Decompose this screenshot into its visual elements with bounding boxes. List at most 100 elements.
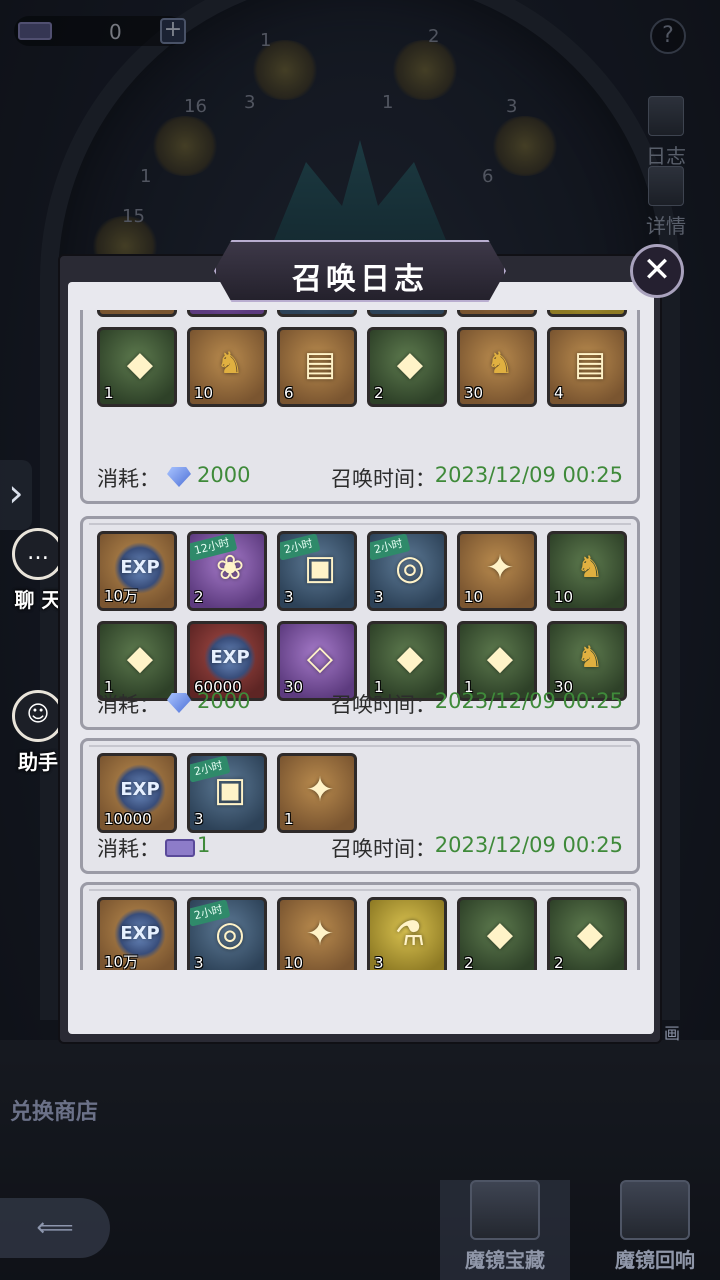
diamond-icon — [167, 467, 191, 487]
reward-item[interactable]: ✦ 1 — [277, 753, 357, 833]
reward-item[interactable]: ◆ 2 — [457, 897, 537, 970]
reward-item[interactable]: ❀1 — [187, 310, 267, 317]
exp-icon: EXP — [114, 764, 166, 816]
treasure-icon: ◆ — [126, 638, 154, 678]
reward-item[interactable]: ◆ 2 — [547, 897, 627, 970]
item-count: 2 — [194, 588, 204, 606]
wolf-icon: ♞ — [576, 640, 604, 675]
item-count: 2 — [554, 954, 564, 970]
item-count: 6 — [284, 384, 294, 402]
reward-item[interactable]: ◆ 2 — [367, 327, 447, 407]
summon-record: EXP10万❀1◎3◎3✦10⚗3◆1♞10▤6◆2♞30▤4消耗：2000召唤… — [80, 310, 640, 504]
item-count: 2 — [464, 954, 474, 970]
cost-label: 消耗： — [97, 467, 160, 491]
item-count: 3 — [284, 588, 294, 606]
star-icon: ✦ — [305, 770, 335, 810]
reward-item[interactable]: EXP 10000 — [97, 753, 177, 833]
expand-side-menu-button[interactable]: › — [0, 460, 32, 530]
summon-record: EXP 10万 ❀ 12小时 2 ▣ 2小时 3 ◎ 2小时 3 ✦ 10 ♞ 10 ◆ 1 EXP 60000 ◇ 3… — [80, 516, 640, 730]
wolf-icon: ♞ — [216, 346, 244, 381]
reward-item[interactable]: ♞ 30 — [457, 327, 537, 407]
item-count: 10万 — [104, 953, 139, 970]
item-count: 2 — [374, 384, 384, 402]
record-footer: 消耗： 2000 召唤时间： 2023/12/09 00:25 — [97, 689, 623, 719]
exchange-shop-button[interactable]: 兑换商店 — [10, 1094, 98, 1126]
reward-item[interactable]: ❀ 12小时 2 — [187, 531, 267, 611]
back-button[interactable]: ⟸ — [0, 1198, 110, 1258]
reward-item[interactable]: ◆ 1 — [97, 327, 177, 407]
reward-item[interactable]: ▤ 6 — [277, 327, 357, 407]
summon-time-label: 召唤时间： — [331, 837, 436, 861]
modal-title: 召唤日志 — [292, 262, 428, 297]
tab-mirror-echo[interactable]: 魔镜回响 — [590, 1180, 720, 1280]
potion-icon: ⚗ — [394, 914, 426, 954]
item-count: 4 — [554, 384, 564, 402]
summon-time-label: 召唤时间： — [331, 693, 436, 717]
summon-time-label: 召唤时间： — [331, 467, 436, 491]
item-count: 3 — [194, 810, 204, 828]
exp-icon: EXP — [204, 632, 256, 684]
item-count: 10000 — [104, 810, 152, 828]
ticket-icon — [165, 839, 195, 857]
treasure-icon: ◆ — [486, 638, 514, 678]
treasure-icon: ◆ — [126, 344, 154, 384]
reward-item[interactable]: ▤ 4 — [547, 327, 627, 407]
summon-time-value: 2023/12/09 00:25 — [434, 689, 623, 713]
calendar-icon — [470, 1180, 540, 1240]
cost-value: 1 — [197, 833, 211, 857]
cost-value: 2000 — [197, 463, 251, 487]
cost-value: 2000 — [197, 689, 251, 713]
item-count: 10 — [554, 588, 574, 606]
wolf-icon: ♞ — [576, 550, 604, 585]
reward-item[interactable]: ◎3 — [367, 310, 447, 317]
reward-item[interactable]: ▣ 2小时 3 — [277, 531, 357, 611]
reward-item[interactable]: ◎ 2小时 3 — [367, 531, 447, 611]
reward-item[interactable]: ♞ 10 — [547, 531, 627, 611]
book-icon: ▤ — [573, 344, 607, 384]
summon-record: EXP 10000 ▣ 2小时 3 ✦ 1 消耗： 1 召唤时间： 2023/12/09 00:25 — [80, 738, 640, 874]
treasure-icon: ◆ — [486, 914, 514, 954]
book-icon: ▤ — [303, 344, 337, 384]
assistant-avatar-icon: ☺ — [12, 690, 64, 742]
item-count: 3 — [284, 310, 294, 312]
reward-item[interactable]: ◎3 — [277, 310, 357, 317]
reward-item[interactable]: ◎ 2小时 3 — [187, 897, 267, 970]
gold-cube-icon: ◇ — [306, 638, 334, 678]
chat-bubble-icon: … — [12, 528, 64, 580]
item-count: 1 — [104, 384, 114, 402]
cost-label: 消耗： — [97, 837, 160, 861]
tab-mirror-treasure[interactable]: 魔镜宝藏 — [440, 1180, 570, 1280]
gift-icon — [620, 1180, 690, 1240]
reward-item[interactable]: ⚗3 — [547, 310, 627, 317]
record-footer: 消耗： 1 召唤时间： 2023/12/09 00:25 — [97, 833, 623, 863]
close-button[interactable]: ✕ — [630, 244, 684, 298]
reward-item[interactable]: ✦10 — [277, 897, 357, 970]
star-icon: ✦ — [485, 548, 515, 588]
side-text: 画 — [664, 1024, 681, 1043]
item-count: 10 — [194, 384, 214, 402]
reward-item[interactable]: ✦10 — [457, 310, 537, 317]
item-count: 3 — [554, 310, 564, 312]
summon-log-list[interactable]: EXP10万❀1◎3◎3✦10⚗3◆1♞10▤6◆2♞30▤4消耗：2000召唤… — [80, 310, 640, 970]
item-count: 3 — [374, 954, 384, 970]
item-count: 3 — [374, 588, 384, 606]
reward-item[interactable]: ♞ 10 — [187, 327, 267, 407]
reward-item[interactable]: ⚗3 — [367, 897, 447, 970]
item-count: 3 — [374, 310, 384, 312]
cost-label: 消耗： — [97, 693, 160, 717]
item-count: 10万 — [104, 310, 138, 312]
tab-mirror-echo-label: 魔镜回响 — [615, 1248, 695, 1272]
treasure-icon: ◆ — [576, 914, 604, 954]
item-count: 10 — [284, 954, 304, 970]
reward-item[interactable]: EXP10万 — [97, 897, 177, 970]
diamond-icon — [167, 693, 191, 713]
reward-item[interactable]: EXP10万 — [97, 531, 177, 611]
reward-item[interactable]: ▣ 2小时 3 — [187, 753, 267, 833]
tab-mirror-treasure-label: 魔镜宝藏 — [465, 1248, 545, 1272]
star-icon: ✦ — [305, 914, 335, 954]
item-count: 10万 — [104, 587, 139, 605]
reward-item[interactable]: ✦10 — [457, 531, 537, 611]
summon-record: EXP 10万 ◎ 2小时 3 ✦ 10 ⚗ 3 ◆ 2 ◆ 2 — [80, 882, 640, 970]
treasure-icon: ◆ — [396, 344, 424, 384]
reward-item[interactable]: EXP10万 — [97, 310, 177, 317]
